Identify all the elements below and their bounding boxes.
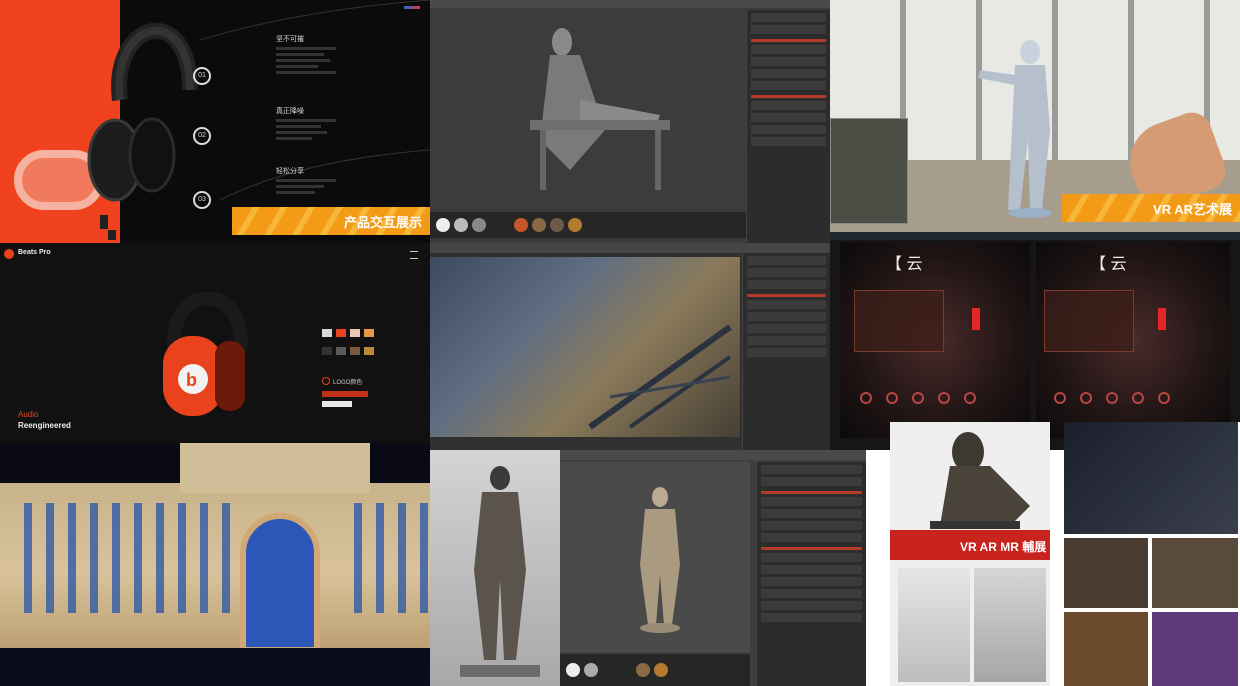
taskbar: [830, 232, 1240, 240]
logo-color-radio[interactable]: [322, 377, 330, 385]
step-3-desc: [276, 176, 336, 197]
app-toolbar: [430, 243, 830, 253]
brush-dock[interactable]: [560, 654, 750, 686]
vr-headset-view-panel: 【 云 【 云: [830, 232, 1240, 450]
material-sphere-icon[interactable]: [454, 218, 468, 232]
step-3-title: 轻松分享: [276, 168, 304, 175]
left-bracket-label: 【 云: [886, 256, 923, 273]
pip-camera: [830, 118, 908, 224]
exhibition-poster-panel: VR AR MR 輔展: [890, 422, 1050, 686]
app-toolbar: [430, 0, 830, 8]
left-text-card: [854, 290, 944, 352]
beats-logo-icon: [4, 249, 14, 259]
vr-users-collage-panel: [1064, 422, 1240, 686]
right-text-card: [1044, 290, 1134, 352]
right-red-marker: [1158, 308, 1166, 330]
material-sphere-icon[interactable]: [550, 218, 564, 232]
seated-figure-model: [530, 28, 670, 190]
vr-user-photo-2: [1064, 538, 1148, 608]
beats-headphone-graphic: b: [163, 291, 248, 416]
step-2-title: 真正降噪: [276, 108, 304, 115]
material-sphere-icon[interactable]: [436, 218, 450, 232]
brush-dock[interactable]: [430, 212, 746, 238]
beats-pro-panel: Beats Pro b LOGO颜色 Audio Reengineered: [0, 243, 430, 443]
facade-windows: [10, 503, 230, 613]
vr-user-photo-5: [1152, 612, 1238, 686]
seated-bronze-photo: [930, 432, 1030, 529]
layers-panel[interactable]: [742, 253, 830, 450]
red-option-bar[interactable]: [322, 391, 368, 397]
material-sphere-icon[interactable]: [514, 218, 528, 232]
sculpt-app-panel-1: [430, 0, 830, 243]
crowd: [0, 648, 430, 686]
brand-title: Beats Pro: [18, 249, 51, 256]
material-sphere-icon[interactable]: [636, 663, 650, 677]
central-arch: [240, 513, 320, 653]
step-2-desc: [276, 116, 336, 143]
poster-figure-right: [974, 568, 1046, 682]
poster-figure-left: [898, 568, 970, 682]
right-control-row[interactable]: [1054, 392, 1204, 412]
material-sphere-icon[interactable]: [472, 218, 486, 232]
vr-ar-banner: VR AR艺术展: [1062, 194, 1240, 222]
material-sphere-icon[interactable]: [568, 218, 582, 232]
svg-text:b: b: [186, 370, 197, 390]
step-1-title: 坚不可摧: [276, 36, 304, 43]
bench-detail-graphic: [588, 324, 732, 430]
building-projection-panel: [0, 443, 430, 686]
menu-icon[interactable]: [410, 251, 418, 259]
vr-user-photo-3: [1152, 538, 1238, 608]
facade-windows-right: [340, 503, 430, 613]
logo-color-label: LOGO颜色: [333, 380, 363, 386]
layers-panel[interactable]: [756, 462, 866, 686]
left-control-row[interactable]: [860, 392, 1010, 412]
sculpt-app-panel-3: [430, 450, 866, 686]
vr-user-photo-4: [1064, 612, 1148, 686]
color-swatches[interactable]: [322, 329, 382, 355]
left-red-marker: [972, 308, 980, 330]
step-1-desc: [276, 44, 336, 77]
clay-figure-model: [640, 487, 680, 633]
app-toolbar: [560, 450, 866, 460]
sculpt-app-panel-2: [430, 243, 830, 450]
material-sphere-icon[interactable]: [566, 663, 580, 677]
virtual-figure: [978, 40, 1052, 218]
tagline-audio: Audio: [18, 410, 39, 419]
material-sphere-icon[interactable]: [654, 663, 668, 677]
poster-title: VR AR MR 輔展: [960, 540, 1047, 554]
material-sphere-icon[interactable]: [584, 663, 598, 677]
vr-user-photo-main: [1064, 422, 1238, 534]
bronze-figure-photo: [460, 466, 540, 677]
white-option-bar[interactable]: [322, 401, 352, 407]
vr-ar-photo-panel: VR AR艺术展: [830, 0, 1240, 232]
right-bracket-label: 【 云: [1090, 256, 1127, 273]
layers-panel[interactable]: [746, 10, 830, 243]
building-top: [180, 443, 370, 493]
product-interaction-banner: 产品交互展示: [232, 207, 430, 235]
material-sphere-icon[interactable]: [532, 218, 546, 232]
product-interaction-panel: 01 02 03 坚不可摧 真正降噪 轻松分享 产品交互展示: [0, 0, 430, 243]
tagline-reengineered: Reengineered: [18, 421, 71, 430]
